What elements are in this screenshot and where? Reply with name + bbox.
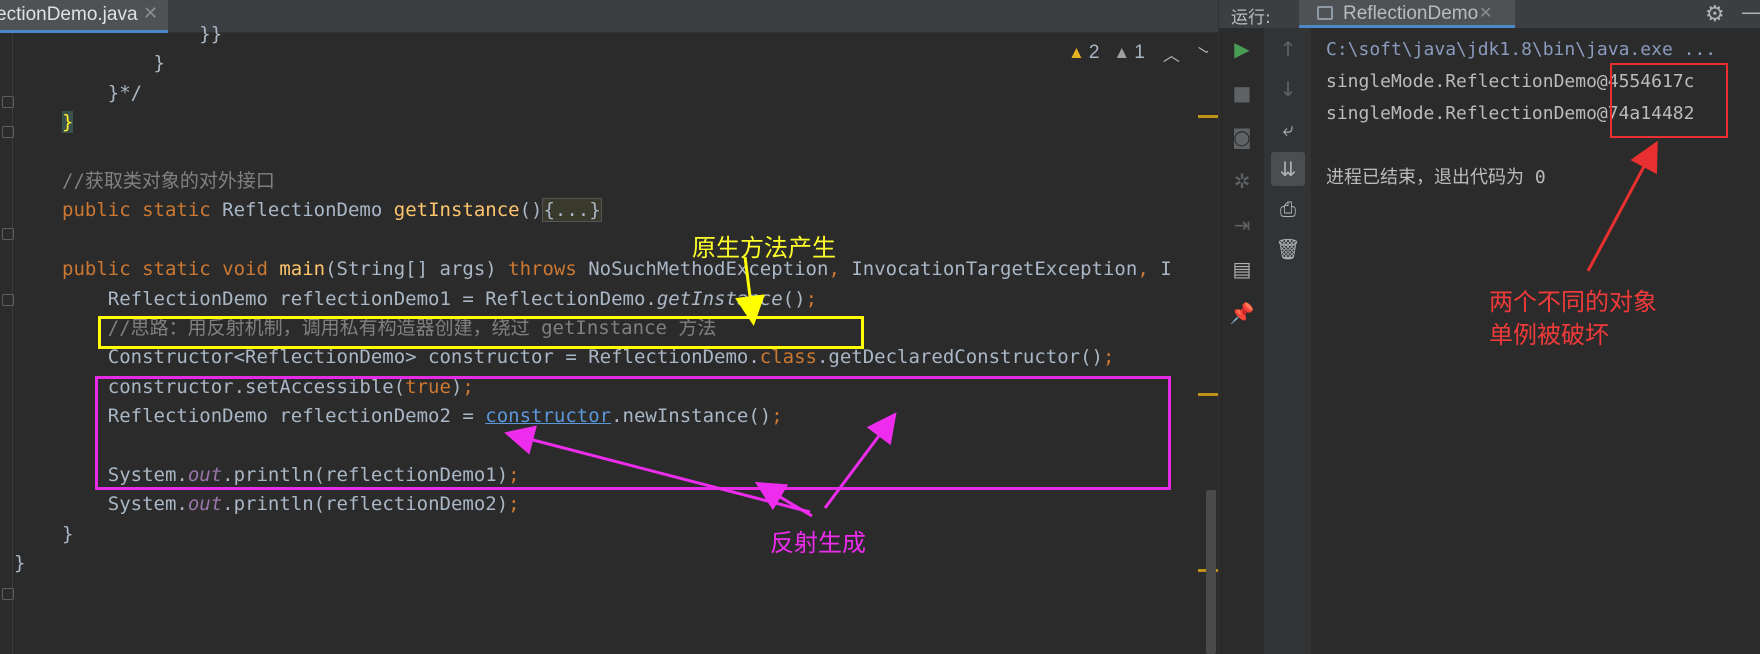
code-line[interactable]: }} [62, 18, 222, 50]
run-toolbar-primary: ▶ ■ ◙ ✲ ⇥ ▤ 📌 [1219, 28, 1265, 654]
code-token: getInstance [656, 287, 783, 310]
run-toolbar-secondary: ↑ ↓ ⤶ ⇊ ⎙ 🗑 [1265, 28, 1311, 654]
code-token: class [759, 346, 817, 369]
code-line[interactable]: //获取类对象的对外接口 [62, 165, 275, 197]
annotation-native-method: 原生方法产生 [692, 234, 836, 262]
run-label: 运行: [1231, 8, 1271, 28]
camera-icon[interactable]: ◙ [1219, 120, 1265, 154]
code-token: {...} [542, 198, 602, 223]
exit-icon[interactable]: ⇥ [1219, 208, 1265, 242]
code-token: I [1160, 258, 1172, 281]
soft-wrap-icon[interactable]: ⤶ [1265, 112, 1311, 146]
code-line[interactable]: } [62, 518, 73, 550]
code-token: throws [508, 258, 589, 281]
code-token: ReflectionDemo reflectionDemo1 = Reflect… [62, 287, 657, 310]
warning-stripe-mark[interactable] [1198, 115, 1218, 118]
code-token: main [279, 258, 326, 281]
trash-icon[interactable]: 🗑 [1265, 232, 1311, 266]
debug-icon[interactable]: ✲ [1219, 164, 1265, 198]
code-token: ; [1102, 346, 1115, 369]
code-token: } [14, 552, 26, 575]
code-line[interactable]: public static ReflectionDemo getInstance… [62, 194, 602, 226]
annotation-line: 单例被破坏 [1489, 321, 1609, 349]
code-token: getInstance [393, 199, 520, 222]
close-icon[interactable]: ✕ [1479, 3, 1492, 22]
code-token: }*/ [62, 81, 143, 104]
scroll-to-end-icon[interactable]: ⇊ [1271, 152, 1305, 186]
run-tab-title: ReflectionDemo [1343, 3, 1479, 24]
run-tab[interactable]: ReflectionDemo ✕ [1299, 0, 1515, 28]
up-icon[interactable]: ↑ [1265, 32, 1311, 66]
vertical-scrollbar[interactable] [1206, 490, 1216, 654]
print-icon[interactable]: ⎙ [1265, 192, 1311, 226]
stop-icon[interactable]: ■ [1219, 76, 1265, 110]
code-token: public static [62, 199, 223, 222]
code-line[interactable]: } [62, 106, 74, 138]
code-token: () [782, 287, 806, 310]
console-line: 进程已结束，退出代码为 0 [1326, 167, 1546, 188]
annotation-box-red [1610, 63, 1728, 138]
code-line[interactable]: } [62, 47, 165, 79]
console-icon [1317, 6, 1333, 20]
code-token: }} [62, 23, 223, 45]
code-line[interactable]: System.out.println(reflectionDemo2); [62, 488, 520, 520]
warning-stripe-mark[interactable] [1198, 393, 1218, 396]
fold-icon[interactable] [2, 294, 14, 306]
code-token: (String[] args) [325, 258, 509, 281]
code-line[interactable]: public static void main(String[] args) t… [62, 253, 1172, 285]
run-header: 运行: ReflectionDemo ✕ ⚙ — [1219, 0, 1760, 28]
inspection-widget[interactable]: ▲ 2 ▲ 1 ︿ ﹀ [1068, 38, 1215, 68]
layout-icon[interactable]: ▤ [1219, 252, 1265, 286]
annotation-box-yellow [98, 316, 864, 349]
code-token: } [62, 522, 74, 545]
annotation-line: 两个不同的对象 [1489, 288, 1657, 316]
code-token: //获取类对象的对外接口 [62, 170, 275, 192]
warning-icon: ▲ [1068, 43, 1085, 62]
gear-icon[interactable]: ⚙ [1705, 2, 1725, 27]
fold-icon[interactable] [2, 126, 14, 138]
run-icon[interactable]: ▶ [1219, 32, 1265, 66]
code-token: ; [508, 493, 520, 516]
console-line: C:\soft\java\jdk1.8\bin\java.exe ... [1326, 39, 1717, 60]
code-token: Constructor<ReflectionDemo> constructor … [62, 346, 760, 369]
down-icon[interactable]: ↓ [1265, 72, 1311, 106]
weak-warning-count: 1 [1134, 42, 1145, 63]
annotation-singleton-broken: 两个不同的对象 单例被破坏 [1489, 286, 1657, 352]
warning-count: 2 [1088, 42, 1100, 63]
code-token: System. [62, 493, 188, 516]
fold-icon[interactable] [2, 228, 14, 240]
annotation-reflection: 反射生成 [770, 529, 866, 557]
code-line[interactable]: ReflectionDemo reflectionDemo1 = Reflect… [62, 283, 817, 315]
code-line[interactable]: }*/ [62, 77, 142, 109]
minimize-icon[interactable]: — [1741, 0, 1760, 24]
code-token: public static void [62, 258, 280, 281]
code-token: , [1137, 258, 1161, 281]
code-token: .println(reflectionDemo2) [222, 493, 509, 516]
fold-icon[interactable] [2, 96, 14, 108]
pin-icon[interactable]: 📌 [1219, 296, 1265, 330]
code-token: ; [805, 287, 818, 310]
code-token: } [62, 52, 165, 75]
chevron-up-icon[interactable]: ︿ [1163, 41, 1180, 66]
annotation-box-magenta [95, 376, 1171, 490]
code-token: } [62, 111, 74, 134]
weak-warning-icon: ▲ [1113, 43, 1131, 62]
code-token: () [519, 199, 543, 222]
code-token: ReflectionDemo [222, 199, 394, 222]
fold-icon[interactable] [2, 588, 14, 600]
code-token: out [187, 493, 223, 516]
code-line[interactable]: } [14, 547, 25, 579]
code-token: .getDeclaredConstructor() [816, 346, 1103, 369]
code-token: InvocationTargetException [851, 258, 1138, 281]
